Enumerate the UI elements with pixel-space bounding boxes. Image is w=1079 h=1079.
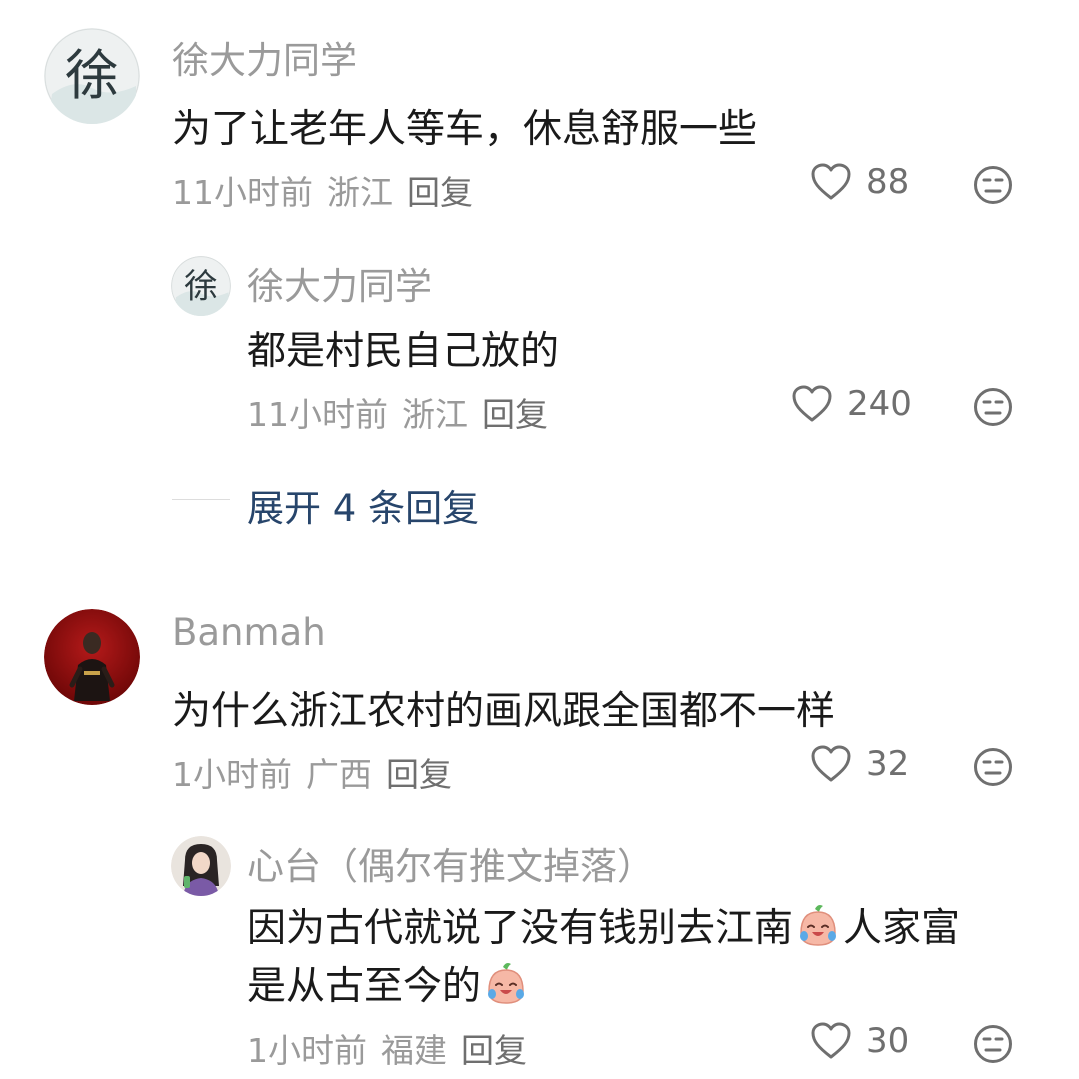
comment-text-part: 是从古至今的	[247, 964, 482, 1009]
comment-text-line-2: 是从古至今的	[247, 958, 960, 1016]
comment-location: 福建	[381, 1031, 447, 1070]
reply-button[interactable]: 回复	[407, 166, 473, 214]
like-count: 30	[866, 1021, 910, 1061]
comment-meta: 11小时前 浙江 回复	[172, 166, 473, 214]
meh-face-icon	[974, 166, 1012, 204]
comment-time: 1小时前	[247, 1031, 367, 1070]
dislike-button[interactable]	[973, 165, 1013, 205]
comment-location: 浙江	[327, 173, 393, 212]
comment-text-line-1: 因为古代就说了没有钱别去江南 人家富	[247, 900, 960, 958]
avatar[interactable]: 徐	[44, 28, 140, 124]
expand-divider	[172, 499, 230, 500]
comment-text: 为什么浙江农村的画风跟全国都不一样	[172, 689, 836, 734]
comment-meta: 1小时前 广西 回复	[172, 748, 452, 796]
dislike-button[interactable]	[973, 747, 1013, 787]
crying-laughing-sticker-icon	[488, 963, 525, 1004]
expand-replies-button[interactable]: 展开 4 条回复	[247, 478, 479, 532]
avatar[interactable]	[171, 836, 231, 896]
comment-location: 广西	[306, 755, 372, 794]
like-button[interactable]: 30	[810, 1021, 909, 1061]
comment-author[interactable]: 徐大力同学	[247, 256, 432, 310]
heart-outline-icon	[811, 745, 851, 782]
heart-outline-icon	[811, 163, 851, 200]
avatar-image	[171, 836, 231, 896]
dislike-button[interactable]	[973, 387, 1013, 427]
comment-location: 浙江	[402, 395, 468, 434]
comment-text: 因为古代就说了没有钱别去江南 人家富 是从古至今的	[247, 900, 960, 1016]
comment-text-part: 人家富	[843, 906, 961, 951]
comment-author[interactable]: 徐大力同学	[172, 30, 357, 84]
like-button[interactable]: 32	[810, 744, 909, 784]
avatar[interactable]	[44, 609, 140, 705]
like-count: 32	[866, 744, 910, 784]
comment-author[interactable]: Banmah	[172, 611, 326, 654]
crying-laughing-sticker-icon	[800, 905, 837, 946]
avatar-glyph: 徐	[65, 44, 119, 107]
comment-meta: 1小时前 福建 回复	[247, 1024, 527, 1072]
heart-outline-icon	[811, 1022, 851, 1059]
meh-face-icon	[974, 1025, 1012, 1063]
like-count: 88	[866, 162, 910, 202]
comment-time: 1小时前	[172, 755, 292, 794]
avatar[interactable]: 徐	[171, 256, 231, 316]
reply-button[interactable]: 回复	[461, 1024, 527, 1072]
comment-time: 11小时前	[172, 173, 313, 212]
avatar-image: 徐	[171, 256, 231, 316]
dislike-button[interactable]	[973, 1024, 1013, 1064]
reply-button[interactable]: 回复	[386, 748, 452, 796]
reply-button[interactable]: 回复	[482, 388, 548, 436]
heart-outline-icon	[792, 385, 832, 422]
like-count: 240	[847, 384, 912, 424]
comment-time: 11小时前	[247, 395, 388, 434]
comment-text: 为了让老年人等车，休息舒服一些	[172, 107, 758, 152]
comment-text: 都是村民自己放的	[247, 329, 560, 374]
avatar-image	[44, 609, 140, 705]
comment-author[interactable]: 心台（偶尔有推文掉落）	[247, 836, 654, 890]
comment-text-part: 因为古代就说了没有钱别去江南	[247, 906, 794, 951]
like-button[interactable]: 88	[810, 162, 909, 202]
meh-face-icon	[974, 388, 1012, 426]
avatar-glyph: 徐	[184, 266, 218, 305]
avatar-image: 徐	[44, 28, 140, 124]
meh-face-icon	[974, 748, 1012, 786]
comment-meta: 11小时前 浙江 回复	[247, 388, 548, 436]
like-button[interactable]: 240	[791, 384, 912, 424]
